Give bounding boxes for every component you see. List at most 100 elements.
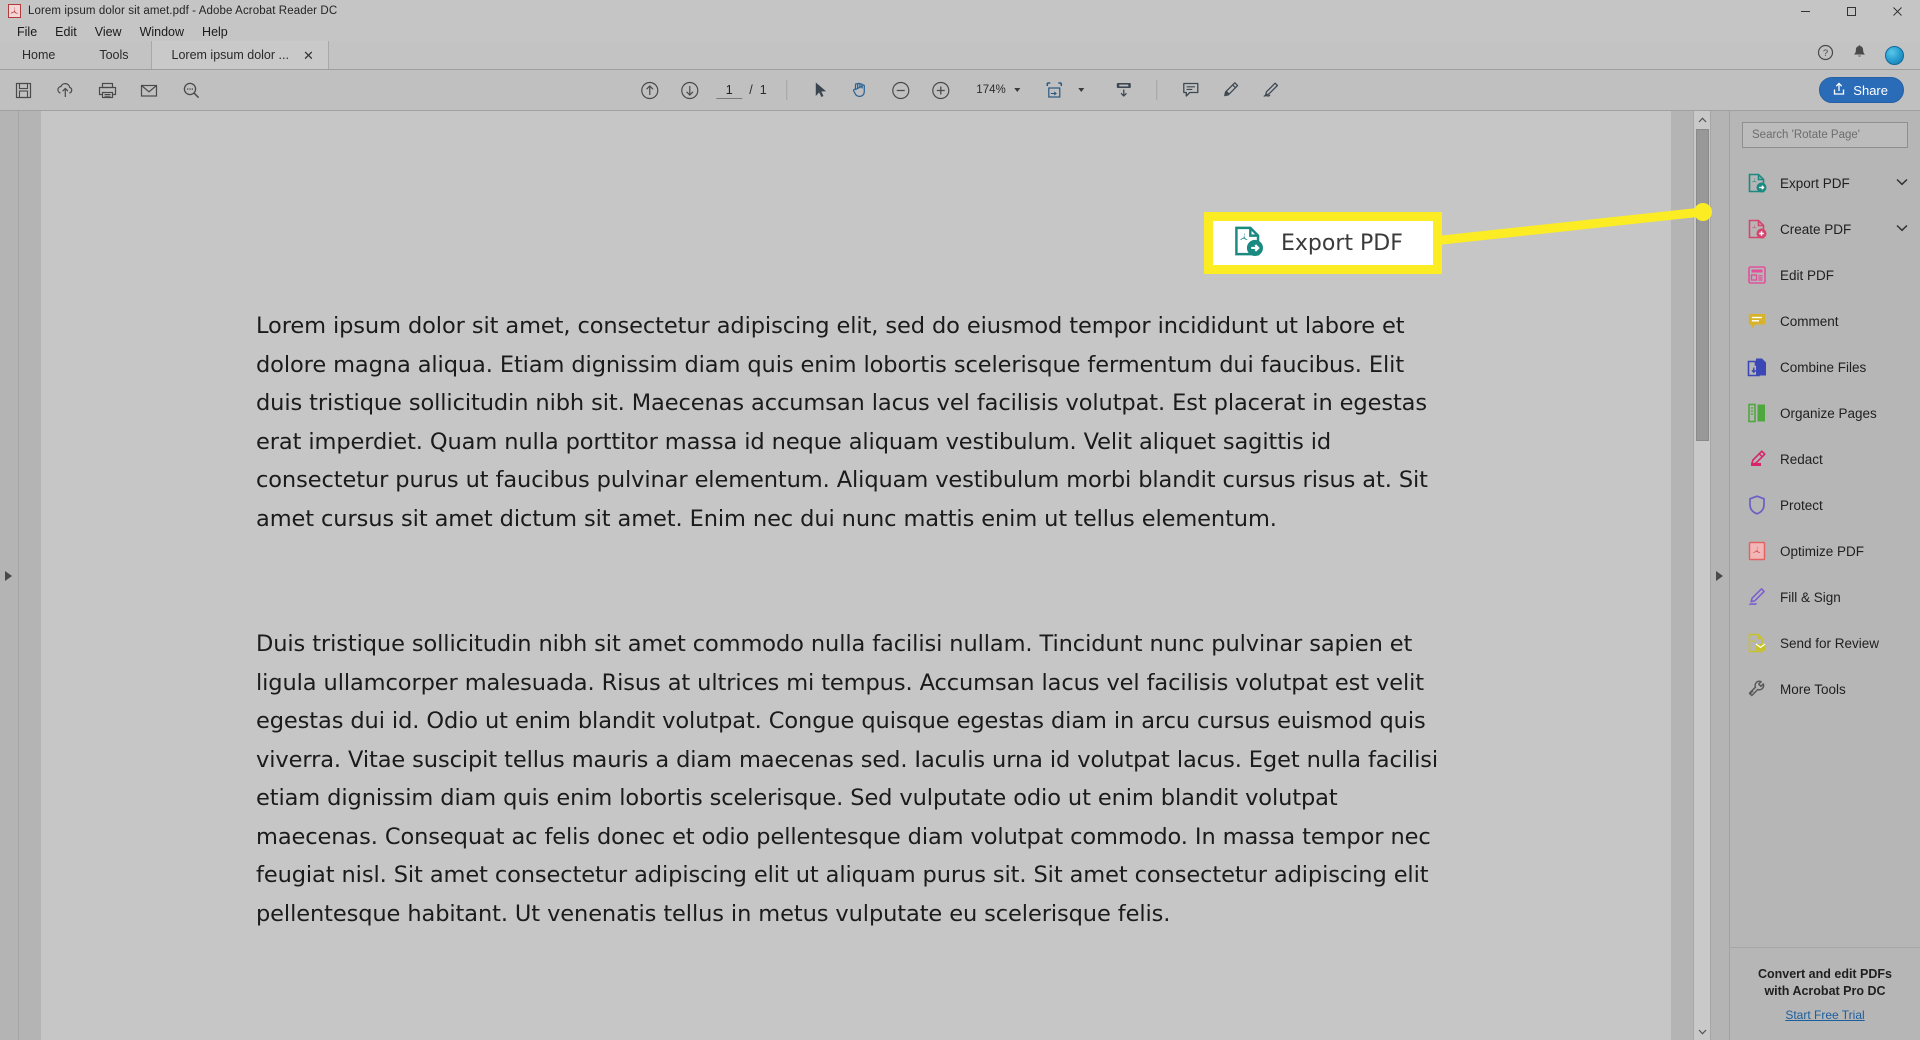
sidebar-item-label: Protect [1780,497,1823,513]
user-avatar[interactable] [1885,45,1904,65]
upload-cloud-icon[interactable] [52,77,78,103]
left-panel-rail[interactable] [0,111,19,1040]
notification-bell-icon[interactable] [1852,44,1867,66]
help-icon[interactable]: ? [1817,44,1834,66]
fit-page-chevron-icon[interactable] [1078,88,1085,92]
promo-line-2: with Acrobat Pro DC [1764,984,1886,998]
redact-icon [1746,448,1768,470]
sidebar-search-input[interactable]: Search 'Rotate Page' [1742,122,1908,148]
close-button[interactable] [1874,0,1920,22]
highlight-pen-icon[interactable] [1218,77,1244,103]
sidebar-item-more-tools[interactable]: More Tools [1730,666,1920,712]
select-cursor-icon[interactable] [808,77,834,103]
sidebar-search-placeholder: Search 'Rotate Page' [1752,129,1860,141]
comment-icon[interactable] [1178,77,1204,103]
paragraph-2: Duis tristique sollicitudin nibh sit ame… [256,631,1438,927]
toolbar-center-group: 1 / 1 174% [636,77,1283,103]
upgrade-promo: Convert and edit PDFs with Acrobat Pro D… [1730,947,1920,1040]
protect-shield-icon [1746,494,1768,516]
menu-bar: File Edit View Window Help [0,22,1920,42]
page-current-input[interactable]: 1 [716,81,743,99]
toolbar-divider-1 [786,80,788,100]
hand-tool-icon[interactable] [848,77,874,103]
sidebar-item-label: Comment [1780,313,1839,329]
next-page-icon[interactable] [676,77,702,103]
export-pdf-icon [1746,172,1768,194]
tab-tools[interactable]: Tools [77,41,150,69]
sidebar-item-combine-files[interactable]: Combine Files [1730,344,1920,390]
zoom-level-value: 174% [976,84,1006,96]
fit-page-icon[interactable] [1043,77,1069,103]
minimize-button[interactable] [1782,0,1828,22]
menu-view[interactable]: View [86,22,131,42]
chevron-down-icon[interactable] [1896,178,1908,189]
tools-sidebar: Search 'Rotate Page' Export PDF Create P… [1729,111,1920,1040]
sidebar-item-label: More Tools [1780,681,1846,697]
start-free-trial-link[interactable]: Start Free Trial [1785,1008,1864,1022]
zoom-in-icon[interactable] [928,77,954,103]
tab-home-label: Home [22,48,56,62]
chevron-down-icon[interactable] [1896,224,1908,235]
tab-bar: Home Tools Lorem ipsum dolor ... ✕ ? [0,41,1920,70]
sidebar-item-create-pdf[interactable]: Create PDF [1730,206,1920,252]
sidebar-item-label: Create PDF [1780,221,1852,237]
right-panel-rail[interactable] [1710,111,1729,1040]
expand-right-panel-icon[interactable] [1716,570,1723,581]
vertical-scrollbar[interactable] [1693,111,1710,1040]
sidebar-item-send-for-review[interactable]: Send for Review [1730,620,1920,666]
print-icon[interactable] [94,77,120,103]
scroll-down-icon[interactable] [1694,1023,1711,1040]
sidebar-item-label: Redact [1780,451,1823,467]
tab-home[interactable]: Home [0,41,77,69]
sidebar-item-redact[interactable]: Redact [1730,436,1920,482]
sidebar-item-protect[interactable]: Protect [1730,482,1920,528]
menu-edit[interactable]: Edit [46,22,86,42]
chevron-down-icon[interactable] [1014,88,1021,92]
page-separator: / [749,83,753,97]
zoom-level-control[interactable]: 174% [972,84,1021,96]
svg-text:?: ? [1823,48,1828,59]
share-button[interactable]: Share [1819,77,1904,103]
sidebar-item-export-pdf[interactable]: Export PDF [1730,160,1920,206]
zoom-out-icon[interactable] [888,77,914,103]
scroll-mode-icon[interactable] [1111,77,1137,103]
create-pdf-icon [1746,218,1768,240]
window-controls [1782,0,1920,22]
menu-file[interactable]: File [8,22,46,42]
search-icon[interactable] [178,77,204,103]
menu-help[interactable]: Help [193,22,237,42]
page-total: 1 [759,83,767,97]
maximize-button[interactable] [1828,0,1874,22]
scrollbar-thumb[interactable] [1696,129,1709,441]
expand-left-panel-icon[interactable] [5,570,12,581]
export-pdf-icon [1231,224,1265,263]
page-number-field[interactable]: 1 / 1 [716,81,767,99]
title-bar: Lorem ipsum dolor sit amet.pdf - Adobe A… [0,0,1920,22]
fill-sign-icon [1746,586,1768,608]
toolbar-right-group: Share [1819,77,1920,103]
menu-window[interactable]: Window [131,22,193,42]
export-pdf-callout: Export PDF [1204,212,1442,274]
body-area: Lorem ipsum dolor sit amet, consectetur … [0,111,1920,1040]
sidebar-item-edit-pdf[interactable]: Edit PDF [1730,252,1920,298]
toolbar-divider-2 [1156,80,1158,100]
sidebar-item-label: Edit PDF [1780,267,1835,283]
main-toolbar: 1 / 1 174% Share [0,70,1920,111]
sidebar-item-optimize-pdf[interactable]: Optimize PDF [1730,528,1920,574]
send-review-icon [1746,632,1768,654]
sidebar-item-label: Combine Files [1780,359,1867,375]
optimize-pdf-icon [1746,540,1768,562]
sidebar-item-organize-pages[interactable]: Organize Pages [1730,390,1920,436]
email-icon[interactable] [136,77,162,103]
window-title: Lorem ipsum dolor sit amet.pdf - Adobe A… [28,5,338,17]
sidebar-item-label: Send for Review [1780,635,1880,651]
scroll-up-icon[interactable] [1694,111,1711,128]
sidebar-item-fill-and-sign[interactable]: Fill & Sign [1730,574,1920,620]
sidebar-item-comment[interactable]: Comment [1730,298,1920,344]
tab-document[interactable]: Lorem ipsum dolor ... ✕ [150,41,329,69]
save-icon[interactable] [10,77,36,103]
close-icon[interactable]: ✕ [303,49,314,62]
draw-signature-icon[interactable] [1258,77,1284,103]
previous-page-icon[interactable] [636,77,662,103]
sidebar-item-label: Organize Pages [1780,405,1877,421]
